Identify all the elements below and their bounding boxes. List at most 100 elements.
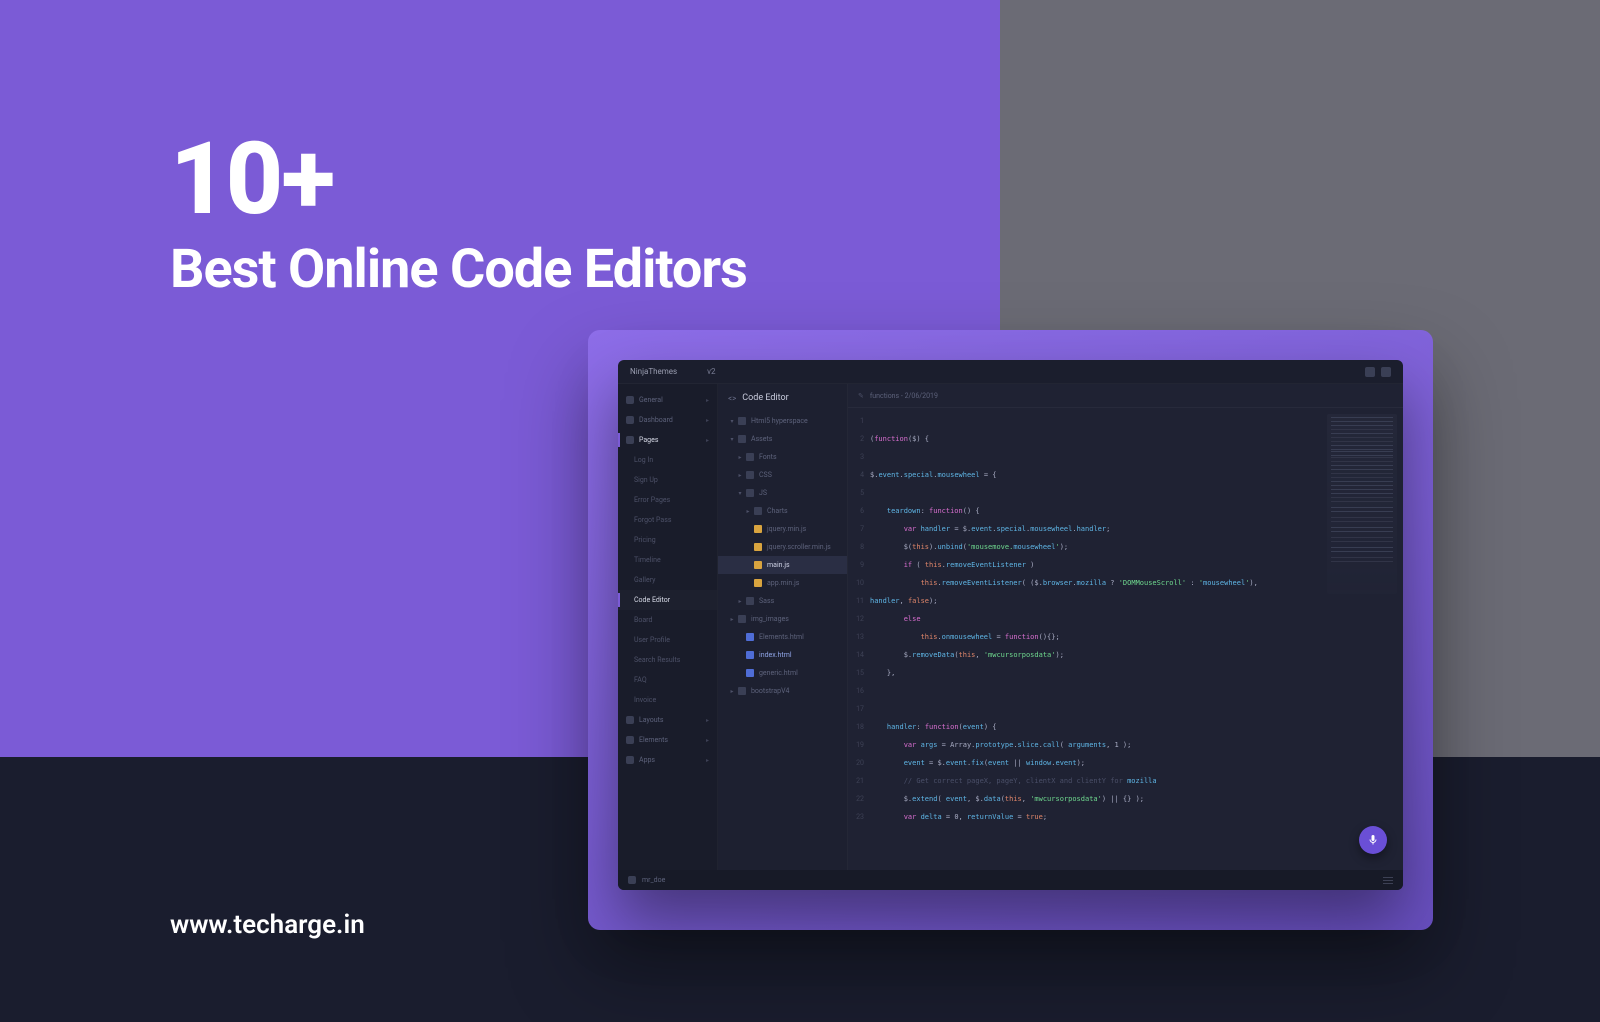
- grid-icon: [626, 396, 634, 404]
- settings-icon[interactable]: [1365, 367, 1375, 377]
- nav-item[interactable]: Invoice: [618, 690, 717, 710]
- code-line[interactable]: [870, 700, 1403, 718]
- banner-canvas: 10+ Best Online Code Editors www.techarg…: [0, 0, 1600, 1022]
- code-line[interactable]: $(this).unbind('mousemove.mousewheel');: [870, 538, 1403, 556]
- nav-item[interactable]: Sign Up: [618, 470, 717, 490]
- js-icon: [754, 561, 762, 569]
- nav-item[interactable]: User Profile: [618, 630, 717, 650]
- file-label: jquery.scroller.min.js: [767, 543, 831, 551]
- code-line[interactable]: this.removeEventListener( ($.browser.moz…: [870, 574, 1403, 592]
- file-label: CSS: [759, 471, 772, 479]
- folder-icon: [746, 489, 754, 497]
- nav-item[interactable]: Code Editor: [618, 590, 717, 610]
- file-row[interactable]: generic.html: [718, 664, 847, 682]
- code-line[interactable]: $.removeData(this, 'mwcursorposdata');: [870, 646, 1403, 664]
- help-icon[interactable]: [1381, 367, 1391, 377]
- code-line[interactable]: },: [870, 664, 1403, 682]
- code-line[interactable]: // Get correct pageX, pageY, clientX and…: [870, 772, 1403, 790]
- code-line[interactable]: $.event.special.mousewheel = {: [870, 466, 1403, 484]
- menu-icon[interactable]: [1383, 880, 1393, 881]
- folder-row[interactable]: ▸Charts: [718, 502, 847, 520]
- nav-item[interactable]: Log In: [618, 450, 717, 470]
- file-row[interactable]: index.html: [718, 646, 847, 664]
- folder-row[interactable]: ▸Sass: [718, 592, 847, 610]
- line-number: 19: [848, 736, 870, 754]
- file-root[interactable]: ▾ Html5 hyperspace: [718, 412, 847, 430]
- js-icon: [754, 579, 762, 587]
- nav-item[interactable]: General▸: [618, 390, 717, 410]
- code-line[interactable]: var args = Array.prototype.slice.call( a…: [870, 736, 1403, 754]
- file-label: JS: [759, 489, 767, 497]
- nav-item[interactable]: Search Results: [618, 650, 717, 670]
- nav-item[interactable]: Apps▸: [618, 750, 717, 770]
- code-line[interactable]: (function($) {: [870, 430, 1403, 448]
- code-line[interactable]: [870, 412, 1403, 430]
- nav-item[interactable]: Pages▸: [618, 430, 717, 450]
- nav-item[interactable]: Pricing: [618, 530, 717, 550]
- folder-row[interactable]: ▸bootstrapV4: [718, 682, 847, 700]
- line-number: 18: [848, 718, 870, 736]
- minimap[interactable]: [1327, 414, 1397, 594]
- editor-tab[interactable]: functions - 2/06/2019: [870, 392, 938, 400]
- code-line[interactable]: handler: function(event) {: [870, 718, 1403, 736]
- file-label: Sass: [759, 597, 774, 605]
- folder-icon: [738, 435, 746, 443]
- mic-icon: [1367, 834, 1379, 846]
- nav-item[interactable]: Layouts▸: [618, 710, 717, 730]
- file-row[interactable]: jquery.min.js: [718, 520, 847, 538]
- caret-icon: ▸: [728, 688, 736, 695]
- code-line[interactable]: $.extend( event, $.data(this, 'mwcursorp…: [870, 790, 1403, 808]
- folder-row[interactable]: ▸Fonts: [718, 448, 847, 466]
- file-panel-title: <> Code Editor: [718, 384, 847, 412]
- nav-item[interactable]: Forgot Pass: [618, 510, 717, 530]
- file-label: app.min.js: [767, 579, 799, 587]
- folder-row[interactable]: ▸img_images: [718, 610, 847, 628]
- nav-item-label: Dashboard: [639, 416, 706, 424]
- chevron-right-icon: ▸: [706, 417, 709, 424]
- nav-item[interactable]: Gallery: [618, 570, 717, 590]
- nav-item[interactable]: Dashboard▸: [618, 410, 717, 430]
- headline-count: 10+: [170, 130, 747, 230]
- folder-icon: [738, 615, 746, 623]
- folder-row[interactable]: ▾Assets: [718, 430, 847, 448]
- fab-button[interactable]: [1359, 826, 1387, 854]
- editor-titlebar: NinjaThemes v2: [618, 360, 1403, 384]
- headline-block: 10+ Best Online Code Editors: [170, 130, 747, 301]
- file-row[interactable]: app.min.js: [718, 574, 847, 592]
- folder-row[interactable]: ▸CSS: [718, 466, 847, 484]
- file-label: index.html: [759, 651, 792, 659]
- file-row[interactable]: main.js: [718, 556, 847, 574]
- code-line[interactable]: this.onmousewheel = function(){};: [870, 628, 1403, 646]
- line-number: 21: [848, 772, 870, 790]
- nav-item[interactable]: FAQ: [618, 670, 717, 690]
- nav-item-label: Log In: [634, 456, 709, 464]
- nav-item[interactable]: Timeline: [618, 550, 717, 570]
- folder-icon: [746, 471, 754, 479]
- code-line[interactable]: var delta = 0, returnValue = true;: [870, 808, 1403, 826]
- caret-icon: ▸: [744, 508, 752, 515]
- folder-row[interactable]: ▾JS: [718, 484, 847, 502]
- nav-item[interactable]: Elements▸: [618, 730, 717, 750]
- code-line[interactable]: handler, false);: [870, 592, 1403, 610]
- statusbar-user: mr_doe: [642, 876, 665, 884]
- editor-nav-sidebar: General▸Dashboard▸Pages▸Log InSign UpErr…: [618, 384, 718, 870]
- file-row[interactable]: jquery.scroller.min.js: [718, 538, 847, 556]
- code-line[interactable]: else: [870, 610, 1403, 628]
- nav-item[interactable]: Board: [618, 610, 717, 630]
- code-line[interactable]: [870, 682, 1403, 700]
- code-line[interactable]: teardown: function() {: [870, 502, 1403, 520]
- code-line[interactable]: [870, 484, 1403, 502]
- code-line[interactable]: var handler = $.event.special.mousewheel…: [870, 520, 1403, 538]
- line-number: 11: [848, 592, 870, 610]
- file-label: img_images: [751, 615, 789, 623]
- editor-code-pane: ✎ functions - 2/06/2019 1234567891011121…: [848, 384, 1403, 870]
- nav-item-label: Pages: [639, 436, 706, 444]
- nav-item[interactable]: Error Pages: [618, 490, 717, 510]
- code-line[interactable]: [870, 448, 1403, 466]
- code-line[interactable]: event = $.event.fix(event || window.even…: [870, 754, 1403, 772]
- code-line[interactable]: if ( this.removeEventListener ): [870, 556, 1403, 574]
- nav-item-label: Apps: [639, 756, 706, 764]
- code-lines[interactable]: (function($) { $.event.special.mousewheel…: [870, 408, 1403, 870]
- line-number: 20: [848, 754, 870, 772]
- file-row[interactable]: Elements.html: [718, 628, 847, 646]
